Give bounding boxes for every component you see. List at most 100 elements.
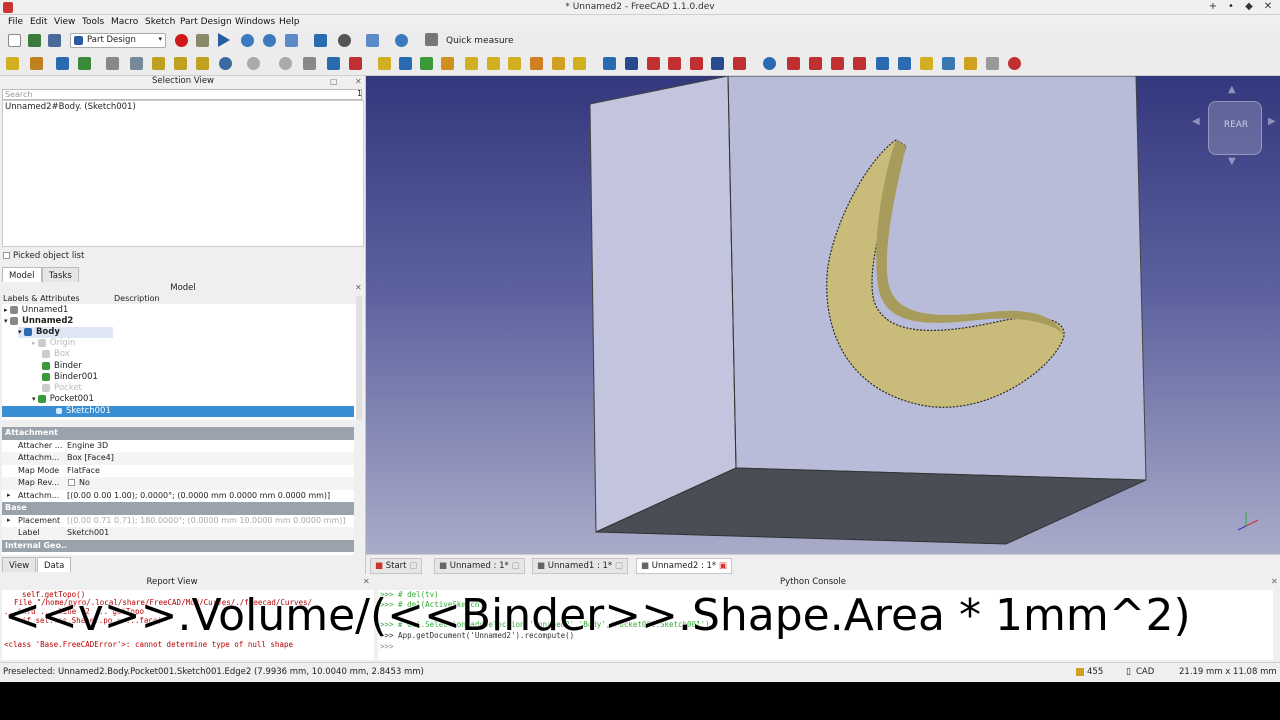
execute-macro-icon[interactable] (218, 33, 230, 47)
selection-list[interactable]: Unnamed2#Body. (Sketch001) (2, 100, 364, 247)
tab-data[interactable]: Data (37, 557, 72, 572)
datum-plane-icon[interactable] (152, 57, 165, 70)
multi-transform-icon[interactable] (920, 57, 933, 70)
doc-tab-unnamed[interactable]: ■ Unnamed : 1* ▢ (434, 558, 525, 574)
prop-row[interactable]: Attachm... Box [Face4] (2, 452, 354, 465)
prop-row[interactable]: Map Rev... No (2, 477, 354, 490)
navcube-down-icon[interactable]: ▼ (1228, 156, 1236, 167)
menu-file[interactable]: File (8, 17, 23, 27)
pipe-icon[interactable] (487, 57, 500, 70)
menu-view[interactable]: View (54, 17, 75, 27)
tab-close-icon[interactable]: ▣ (719, 561, 727, 571)
hole-icon[interactable] (625, 57, 638, 70)
measure-distance-icon[interactable] (314, 34, 327, 47)
menu-windows[interactable]: Windows (235, 17, 275, 27)
additive-primitive-icon[interactable] (530, 57, 543, 70)
tree-item-unnamed1[interactable]: ▸ Unnamed1 (4, 305, 68, 316)
model-tree[interactable]: ▸ Unnamed1 ▾ Unnamed2 ▾ Body ▸ Origin Bo… (2, 304, 356, 420)
link-icon[interactable] (78, 57, 91, 70)
maximize-icon[interactable]: + (1206, 1, 1220, 12)
tree-item-origin[interactable]: ▸ Origin (32, 338, 75, 349)
part-icon[interactable] (6, 57, 19, 70)
doc-tab-start[interactable]: ■ Start ▢ (370, 558, 423, 574)
whats-this-icon[interactable] (303, 57, 316, 70)
prop-value[interactable]: [(0.00 0.71 0.71); 180.0000°; (0.0000 mm… (67, 516, 345, 525)
tree-item-body[interactable]: ▾ Body (18, 327, 113, 338)
pad-icon[interactable] (378, 57, 391, 70)
subtractive-loft-icon[interactable] (668, 57, 681, 70)
macros-icon[interactable] (196, 34, 209, 47)
groove-icon[interactable] (647, 57, 660, 70)
attach-icon[interactable] (30, 57, 43, 70)
tree-item-pocket[interactable]: Pocket (42, 383, 82, 394)
tree-item-unnamed2[interactable]: ▾ Unnamed2 (4, 316, 73, 327)
unit-icon[interactable] (986, 57, 999, 70)
menu-part-design[interactable]: Part Design (180, 17, 232, 27)
tree-item-binder[interactable]: Binder (42, 361, 82, 372)
measure-icon[interactable] (964, 57, 977, 70)
polar-pattern-icon[interactable] (898, 57, 911, 70)
refresh-icon[interactable] (279, 57, 292, 70)
menu-edit[interactable]: Edit (30, 17, 47, 27)
fit-selection-icon[interactable] (263, 34, 276, 47)
fit-all-icon[interactable] (241, 34, 254, 47)
minimize-icon[interactable]: • (1224, 1, 1238, 12)
menu-sketch[interactable]: Sketch (145, 17, 175, 27)
revolution-icon[interactable] (399, 57, 412, 70)
selection-search-input[interactable]: Search (2, 89, 362, 100)
navigation-cube[interactable]: REAR (1208, 101, 1262, 155)
navcube-up-icon[interactable]: ▲ (1228, 84, 1236, 95)
menu-help[interactable]: Help (279, 17, 300, 27)
expression-icon[interactable] (106, 57, 119, 70)
tab-model[interactable]: Model (2, 267, 42, 282)
folder-icon[interactable] (56, 57, 69, 70)
chamfer-icon[interactable] (809, 57, 822, 70)
prop-value[interactable]: Sketch001 (67, 528, 109, 537)
prop-value[interactable]: Box [Face4] (67, 453, 114, 462)
navcube-rotate-left-icon[interactable]: ◀ (1192, 116, 1200, 127)
console-close-icon[interactable]: ✕ (1271, 577, 1278, 586)
draft-icon[interactable] (831, 57, 844, 70)
draw-style-icon[interactable] (338, 34, 351, 47)
fillet-icon[interactable] (787, 57, 800, 70)
restore-icon[interactable]: ◆ (1242, 1, 1256, 12)
float-icon[interactable]: ▢ (330, 77, 338, 86)
linear-pattern-icon[interactable] (876, 57, 889, 70)
prop-row[interactable]: Label Sketch001 (2, 527, 354, 540)
additive-loft-icon[interactable] (552, 57, 565, 70)
prop-value[interactable]: [(0.00 0.00 1.00); 0.0000°; (0.0000 mm 0… (67, 491, 330, 500)
loft-icon[interactable] (465, 57, 478, 70)
subtractive-helix-icon[interactable] (711, 57, 724, 70)
navcube-rotate-right-icon[interactable]: ▶ (1268, 116, 1276, 127)
tree-item-pocket001[interactable]: ▾ Pocket001 (32, 394, 94, 405)
tree-item-box[interactable]: Box (42, 349, 70, 360)
selection-item[interactable]: Unnamed2#Body. (Sketch001) (5, 102, 136, 112)
prop-value[interactable]: Engine 3D (67, 441, 108, 450)
prop-value[interactable]: FlatFace (67, 466, 100, 475)
tab-close-icon[interactable]: ▢ (615, 561, 623, 571)
undo-icon[interactable] (219, 57, 232, 70)
tab-close-icon[interactable]: ▢ (511, 561, 519, 571)
model-close-icon[interactable]: ✕ (355, 283, 362, 292)
datum-line-icon[interactable] (174, 57, 187, 70)
save-icon[interactable] (48, 34, 61, 47)
body-icon[interactable] (327, 57, 340, 70)
doc-tab-unnamed2[interactable]: ■ Unnamed2 : 1* ▣ (636, 558, 732, 574)
doc-tab-unnamed1[interactable]: ■ Unnamed1 : 1* ▢ (532, 558, 628, 574)
3d-viewport[interactable]: REAR ◀ ▶ ▲ ▼ (366, 75, 1280, 554)
report-close-icon[interactable]: ✕ (363, 577, 370, 586)
tree-item-binder001[interactable]: Binder001 (42, 372, 98, 383)
tab-tasks[interactable]: Tasks (42, 267, 79, 282)
prop-row[interactable]: Attacher ... Engine 3D (2, 440, 354, 453)
view-cube-icon[interactable] (285, 34, 298, 47)
zoom-icon[interactable] (395, 34, 408, 47)
view-box-icon[interactable] (366, 34, 379, 47)
curves-icon[interactable] (1008, 57, 1021, 70)
subtractive-box-icon[interactable] (733, 57, 746, 70)
workbench-selector[interactable]: Part Design ▾ (70, 33, 166, 48)
redo-icon[interactable] (247, 57, 260, 70)
helix-icon[interactable] (508, 57, 521, 70)
datum-point-icon[interactable] (196, 57, 209, 70)
tab-close-icon[interactable]: ▢ (409, 561, 417, 571)
close-icon[interactable]: ✕ (1261, 1, 1275, 12)
